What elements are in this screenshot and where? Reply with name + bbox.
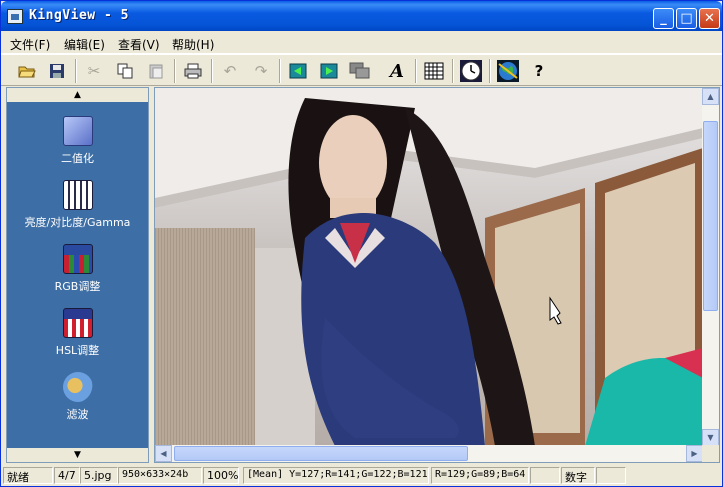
status-dimensions: 950×633×24b bbox=[118, 467, 202, 484]
tool-binarize[interactable]: 二值化 bbox=[7, 116, 148, 166]
save-icon[interactable] bbox=[45, 59, 69, 83]
status-filename: 5.jpg bbox=[80, 467, 118, 484]
tool-brightness[interactable]: 亮度/对比度/Gamma bbox=[7, 180, 148, 230]
scroll-up-button[interactable]: ▲ bbox=[702, 88, 719, 105]
menu-file[interactable]: 文件(F) bbox=[10, 36, 50, 53]
next-image-icon[interactable] bbox=[317, 59, 341, 83]
grid-icon[interactable] bbox=[422, 59, 446, 83]
folder-open-icon[interactable] bbox=[15, 59, 39, 83]
image-canvas[interactable]: ▲ ▼ ◀ ▶ bbox=[154, 87, 720, 463]
maximize-button[interactable]: □ bbox=[676, 8, 697, 29]
tool-hsl[interactable]: HSL调整 bbox=[7, 308, 148, 358]
app-icon[interactable] bbox=[7, 9, 23, 24]
scroll-right-button[interactable]: ▶ bbox=[686, 445, 703, 462]
vertical-scrollbar[interactable]: ▲ ▼ bbox=[702, 88, 719, 446]
hsl-icon bbox=[62, 308, 93, 338]
help-icon[interactable]: ? bbox=[527, 59, 551, 83]
globe-icon[interactable] bbox=[496, 59, 520, 83]
close-button[interactable]: ✕ bbox=[699, 8, 720, 29]
prev-image-icon[interactable] bbox=[286, 59, 310, 83]
status-mean: [Mean] Y=127;R=141;G=122;B=121 bbox=[243, 467, 429, 484]
brightness-icon bbox=[62, 180, 93, 210]
minimize-button[interactable]: _ bbox=[653, 8, 674, 29]
vertical-scroll-thumb[interactable] bbox=[703, 121, 718, 311]
title-bar[interactable]: KingView - 5 _ □ ✕ bbox=[1, 1, 722, 31]
undo-icon[interactable]: ↶ bbox=[218, 59, 242, 83]
tool-label: 滤波 bbox=[66, 408, 89, 421]
toolbar: ✂ ↶ ↷ A ? bbox=[1, 54, 722, 86]
menu-help[interactable]: 帮助(H) bbox=[172, 36, 214, 53]
scroll-corner bbox=[702, 445, 719, 462]
windows-icon[interactable] bbox=[348, 59, 372, 83]
tool-rgb[interactable]: RGB调整 bbox=[7, 244, 148, 294]
copy-icon[interactable] bbox=[113, 59, 137, 83]
status-bar: 就绪 4/7 5.jpg 950×633×24b 100% [Mean] Y=1… bbox=[1, 465, 722, 486]
status-index: 4/7 bbox=[54, 467, 80, 484]
tool-label: HSL调整 bbox=[55, 344, 100, 357]
status-zoom: 100% bbox=[203, 467, 239, 484]
horizontal-scrollbar[interactable]: ◀ ▶ bbox=[155, 445, 703, 462]
scroll-left-button[interactable]: ◀ bbox=[155, 445, 172, 462]
panel-scroll-up-button[interactable]: ▲ bbox=[7, 88, 148, 102]
print-icon[interactable] bbox=[181, 59, 205, 83]
status-mode: 数字 bbox=[561, 467, 595, 484]
menu-edit[interactable]: 编辑(E) bbox=[64, 36, 105, 53]
window-title: KingView - 5 bbox=[29, 8, 129, 23]
tool-label: RGB调整 bbox=[54, 280, 101, 293]
text-icon[interactable]: A bbox=[385, 59, 409, 83]
clock-icon[interactable] bbox=[459, 59, 483, 83]
tool-filter[interactable]: 滤波 bbox=[7, 372, 148, 422]
kingview-window: KingView - 5 _ □ ✕ 文件(F) 编辑(E) 查看(V) 帮助(… bbox=[0, 0, 723, 487]
status-blank-2 bbox=[596, 467, 626, 484]
redo-icon[interactable]: ↷ bbox=[249, 59, 273, 83]
status-pixel: R=129;G=89;B=64 bbox=[431, 467, 529, 484]
tool-panel: ▲ 二值化 亮度/对比度/Gamma RGB调整 HSL调整 滤波 ▼ bbox=[6, 87, 149, 463]
photo-image bbox=[155, 88, 703, 446]
cut-icon[interactable]: ✂ bbox=[82, 59, 106, 83]
binarize-icon bbox=[62, 116, 93, 146]
paste-icon[interactable] bbox=[144, 59, 168, 83]
filter-icon bbox=[62, 372, 93, 402]
tool-label: 二值化 bbox=[61, 152, 94, 165]
menu-bar: 文件(F) 编辑(E) 查看(V) 帮助(H) bbox=[1, 32, 722, 54]
tool-label: 亮度/对比度/Gamma bbox=[24, 216, 131, 229]
status-blank bbox=[530, 467, 560, 484]
horizontal-scroll-thumb[interactable] bbox=[174, 446, 468, 461]
panel-scroll-down-button[interactable]: ▼ bbox=[7, 448, 148, 462]
scroll-down-button[interactable]: ▼ bbox=[702, 429, 719, 446]
menu-view[interactable]: 查看(V) bbox=[118, 36, 160, 53]
status-ready: 就绪 bbox=[3, 467, 53, 484]
rgb-icon bbox=[62, 244, 93, 274]
